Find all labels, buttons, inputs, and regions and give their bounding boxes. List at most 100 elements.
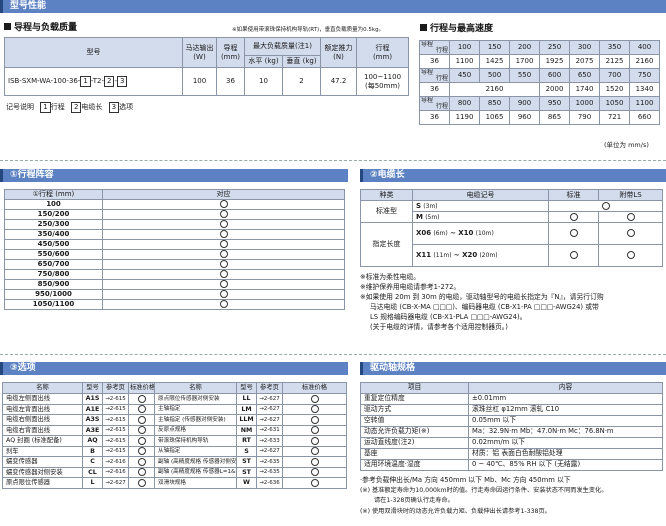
- speed-cell: 2160: [449, 82, 540, 97]
- option-price: [282, 424, 347, 436]
- box-3: 3: [117, 76, 128, 87]
- support-mark: [102, 289, 345, 300]
- stroke-value: 550/600: [4, 249, 103, 260]
- item-header: 项目: [360, 382, 469, 394]
- option-page: →2-627: [256, 393, 283, 405]
- drive-row: 动态允许负载力矩(※) Ma：32.9N·m Mb：47.0N·m Mc：76.8…: [360, 426, 663, 438]
- stroke-header: 350: [599, 40, 630, 55]
- circle-icon: [137, 415, 146, 424]
- speed-cell: 2125: [599, 54, 630, 69]
- drive-item: 基座: [360, 448, 469, 460]
- stroke-header: 300: [569, 40, 600, 55]
- circle-icon: [626, 251, 635, 260]
- option-code: NM: [236, 424, 257, 436]
- option-name: 原点限位传感器对侧安装: [154, 393, 237, 405]
- support-mark: [102, 229, 345, 240]
- cable-note: (关于电缆的详情，请参考各个适用控制器页。): [370, 323, 508, 331]
- stroke-value: 850/900: [4, 279, 103, 290]
- circle-icon: [219, 240, 228, 249]
- circle-icon: [310, 415, 319, 424]
- cable-x11-ls: [598, 244, 663, 267]
- lead-cell: 36: [419, 110, 450, 125]
- option-price: [128, 403, 155, 415]
- stroke-value: 100~1100 (每50mm): [356, 67, 410, 96]
- stroke-header: 100: [449, 40, 480, 55]
- circle-icon: [569, 251, 578, 260]
- option-page: →2-633: [256, 435, 283, 447]
- cable-s: S (3m): [412, 200, 549, 212]
- option-name: 刹车: [2, 445, 83, 457]
- stroke-row: 650/700: [4, 259, 345, 270]
- speed-cell: 1700: [509, 54, 540, 69]
- cable-m-ls: [598, 211, 663, 223]
- speed-cell: 660: [629, 110, 660, 125]
- lead-stroke-corner: 导程 行程: [419, 68, 450, 83]
- option-row: AQ 封圈 (标准配备) AQ →2-615 带滚珠保持机构导轨 RT →2-633: [2, 435, 347, 447]
- box-1: 1: [80, 76, 91, 87]
- option-name: 带滚珠保持机构导轨: [154, 435, 237, 447]
- cable-note: ※维护保养用电缆请参考1-272。: [360, 283, 461, 291]
- option-code: LL: [236, 393, 257, 405]
- circle-icon: [310, 436, 319, 445]
- option-page: →2-627: [256, 445, 283, 457]
- option-price: [128, 414, 155, 426]
- drive-item: 动态允许负载力矩(※): [360, 426, 469, 438]
- speed-cell: 1740: [569, 82, 600, 97]
- circle-icon: [137, 426, 146, 435]
- option-name: 反原点规格: [154, 424, 237, 436]
- stroke-header: 450: [449, 68, 480, 83]
- option-name: AQ 封圈 (标准配备): [2, 435, 83, 447]
- header-accent: [0, 0, 3, 13]
- stroke-row: 100: [4, 199, 345, 210]
- drive-item: 驱动方式: [360, 404, 469, 416]
- option-code: W: [236, 477, 257, 489]
- stroke-header: 600: [539, 68, 570, 83]
- option-price: [282, 477, 347, 489]
- speed-cell: 2160: [629, 54, 660, 69]
- stroke-header: 800: [449, 96, 480, 111]
- stroke-col-header: ①行程 (mm): [4, 189, 103, 200]
- speed-cell: 1340: [629, 82, 660, 97]
- option-price: [282, 403, 347, 415]
- speed-table-title: 行程与最高速度: [420, 23, 493, 35]
- opt-price-header: 标准价格: [282, 382, 347, 394]
- cable-table: 种类 电缆记号 标准 附带LS 标准型 S (3m) M (5m) 指定长度 X…: [360, 189, 663, 267]
- options-section-bar: ③选项: [0, 362, 348, 375]
- section-accent: [0, 362, 3, 375]
- support-mark: [102, 269, 345, 280]
- option-code: A3S: [82, 414, 103, 426]
- cable-x11-std: [548, 244, 599, 267]
- option-code: LM: [236, 403, 257, 415]
- drive-note: 请在1-328页确认行走寿命。: [374, 497, 454, 504]
- support-mark: [102, 239, 345, 250]
- option-price: [282, 435, 347, 447]
- option-row: 电缆左背面出线 A1E →2-615 主轴指定 LM →2-627: [2, 403, 347, 415]
- opt-name-header: 名称: [154, 382, 237, 394]
- circle-icon: [137, 405, 146, 414]
- header-horizontal: 水平 (kg): [244, 55, 283, 68]
- speed-cell: 1425: [479, 54, 510, 69]
- cable-x06-ls: [598, 222, 663, 245]
- stroke-header: 900: [509, 96, 540, 111]
- stroke-header: 650: [569, 68, 600, 83]
- option-price: [282, 445, 347, 457]
- drive-row: 基座 材质：铝 表面白色耐酸铝处理: [360, 448, 663, 460]
- cable-s-mark: [548, 200, 663, 212]
- option-page: →2-627: [256, 414, 283, 426]
- drive-content: 0 ~ 40℃、85% RH 以下 (无结露): [468, 459, 663, 471]
- opt-name-header: 名称: [2, 382, 83, 394]
- with-ls-header: 附带LS: [598, 189, 663, 201]
- stroke-value: 350/400: [4, 229, 103, 240]
- option-page: →2-615: [102, 393, 129, 405]
- drive-note: (※) 使用双滑块时的动态允许负载力矩、负载伸出长请参考1-338页。: [360, 507, 551, 515]
- option-page: →2-615: [102, 435, 129, 447]
- drive-content: 0.02mm/m 以下: [468, 437, 663, 449]
- stroke-value: 250/300: [4, 219, 103, 230]
- content-header: 内容: [468, 382, 663, 394]
- option-page: →2-615: [102, 403, 129, 415]
- circle-icon: [219, 290, 228, 299]
- drive-table: 项目 内容 重复定位精度 ±0.01mm 驱动方式 滚珠丝杠 φ12mm 滚轧 C10…: [360, 382, 663, 471]
- standard-type-label: 标准型: [360, 200, 413, 223]
- option-code: ST: [236, 466, 257, 478]
- option-price: [128, 435, 155, 447]
